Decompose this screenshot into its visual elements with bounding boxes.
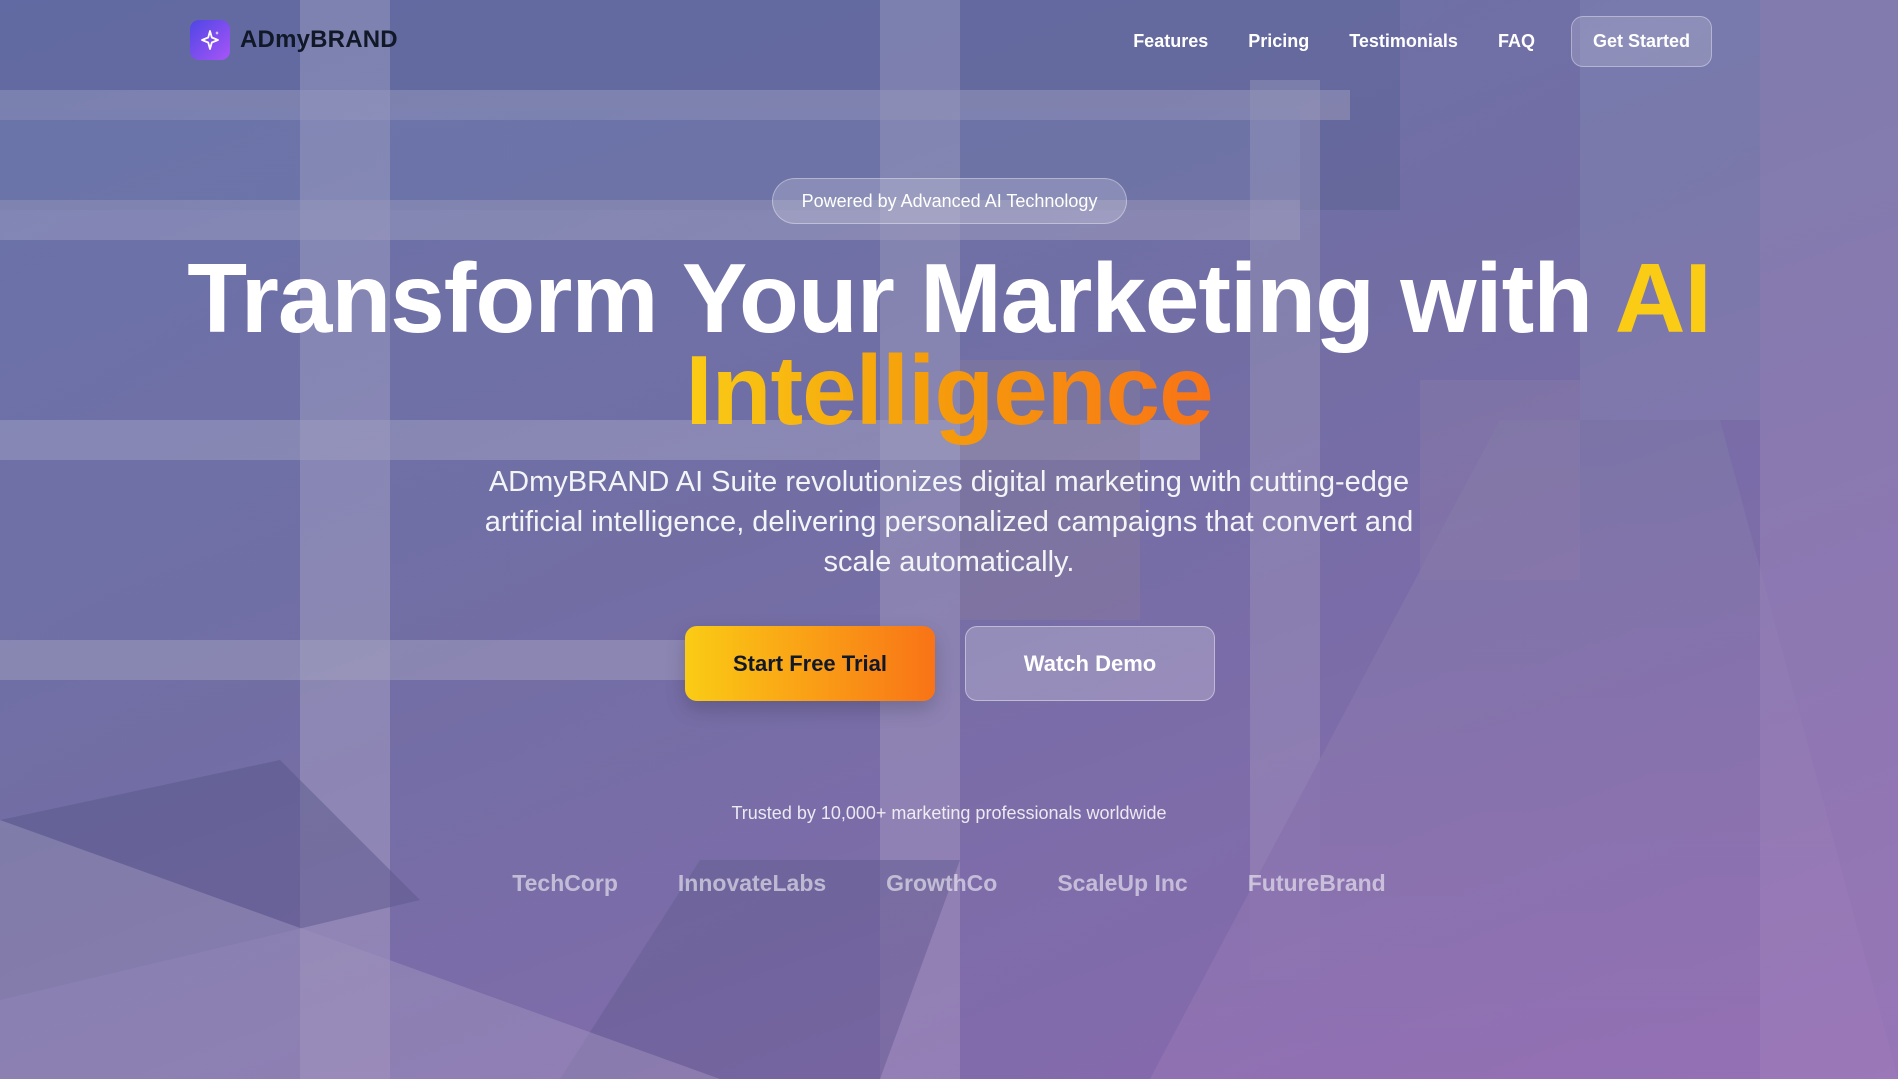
client-logo-innovatelabs: InnovateLabs: [677, 870, 827, 896]
trusted-by-text: Trusted by 10,000+ marketing professiona…: [731, 803, 1167, 823]
client-logo-futurebrand: FutureBrand: [1247, 870, 1386, 896]
hero-badge: Powered by Advanced AI Technology: [772, 178, 1127, 224]
start-free-trial-button[interactable]: Start Free Trial: [685, 626, 935, 701]
sparkle-icon: [190, 20, 230, 60]
headline-ai-word: AI: [1614, 243, 1712, 353]
nav-links: Features Pricing Testimonials FAQ Get St…: [1133, 16, 1712, 67]
top-nav: ADmyBRAND Features Pricing Testimonials …: [0, 0, 1898, 80]
nav-link-features[interactable]: Features: [1133, 31, 1208, 52]
brand-logo[interactable]: ADmyBRAND: [190, 20, 398, 60]
get-started-button[interactable]: Get Started: [1570, 16, 1712, 67]
watch-demo-button[interactable]: Watch Demo: [965, 626, 1215, 701]
client-logo-growthco: GrowthCo: [886, 870, 998, 896]
nav-link-pricing[interactable]: Pricing: [1248, 31, 1309, 52]
client-logos: TechCorp InnovateLabs GrowthCo ScaleUp I…: [0, 870, 1898, 897]
headline-accent: Intelligence: [685, 335, 1213, 445]
client-logo-techcorp: TechCorp: [512, 870, 618, 896]
nav-link-testimonials[interactable]: Testimonials: [1349, 31, 1458, 52]
nav-link-faq[interactable]: FAQ: [1498, 31, 1535, 52]
client-logo-scaleup: ScaleUp Inc: [1057, 870, 1188, 896]
brand-name: ADmyBRAND: [240, 26, 398, 53]
hero-subtitle: ADmyBRAND AI Suite revolutionizes digita…: [484, 466, 1414, 578]
hero-headline: Transform Your Marketing with AI Intelli…: [0, 249, 1898, 439]
